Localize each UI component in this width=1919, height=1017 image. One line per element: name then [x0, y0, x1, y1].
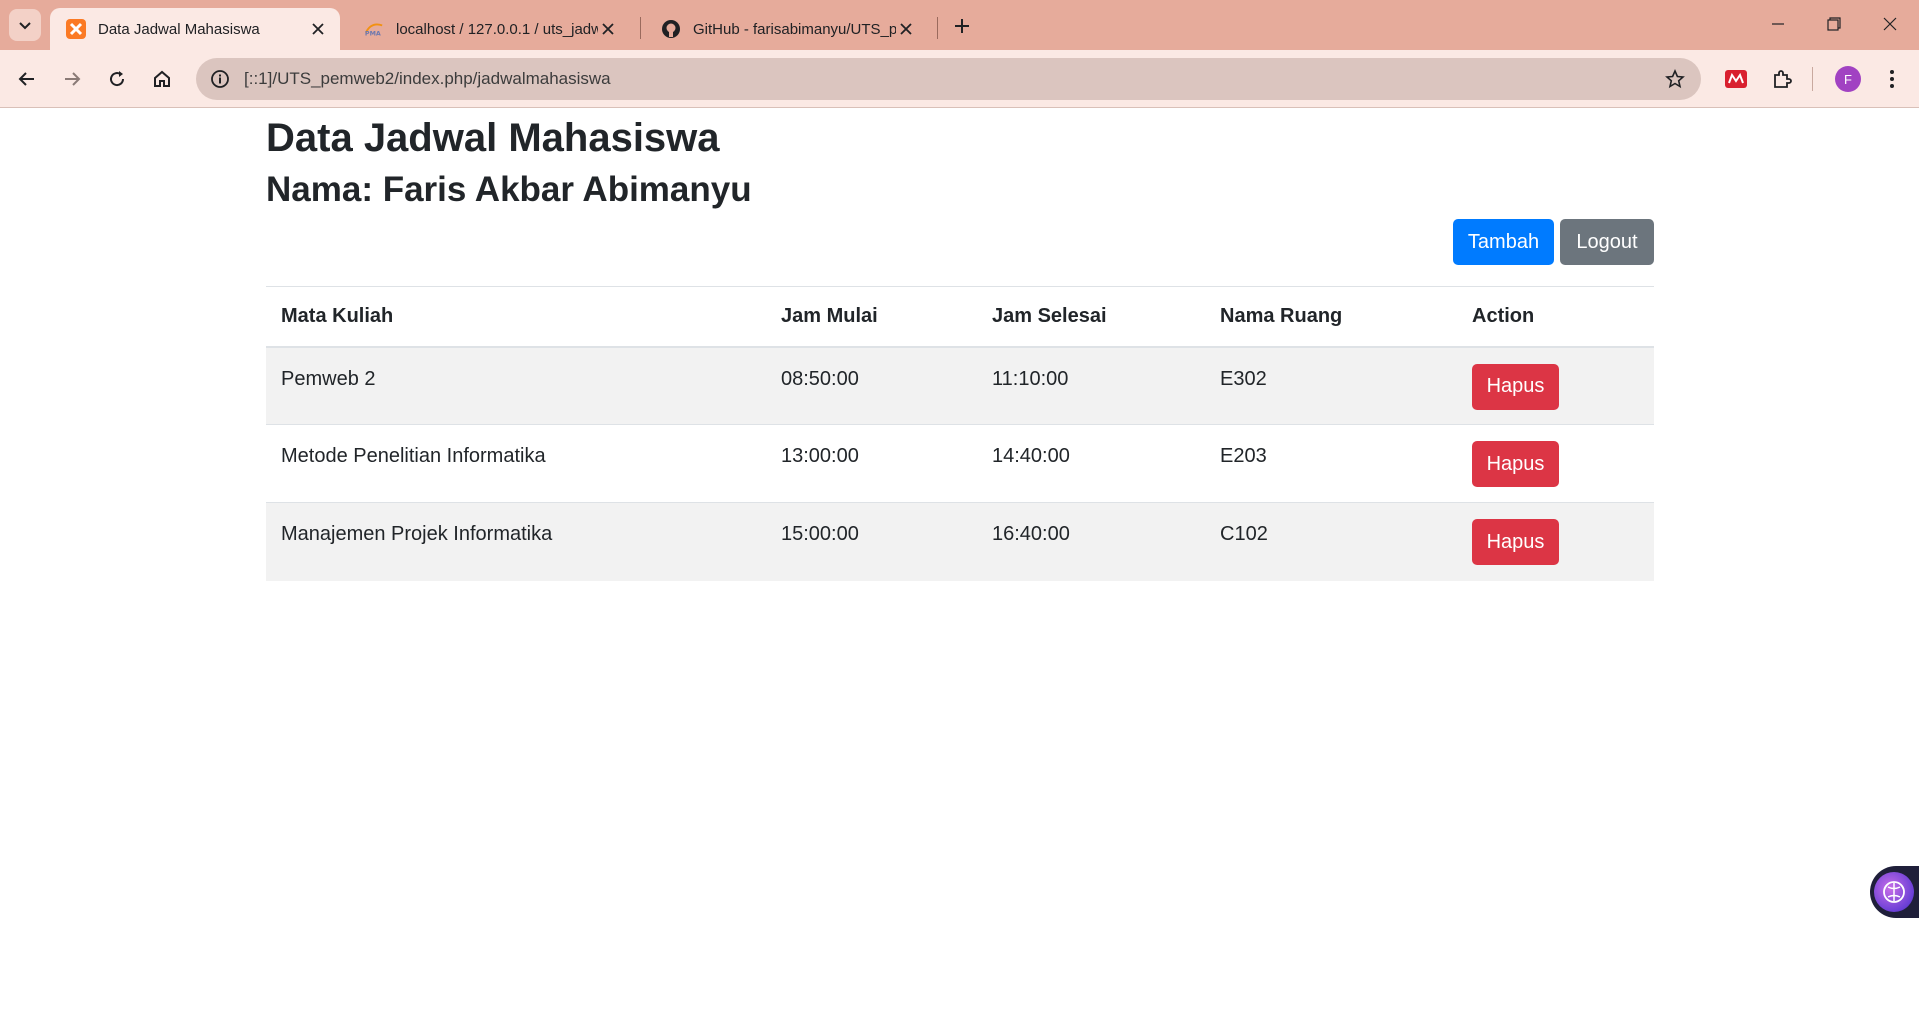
column-header-course: Mata Kuliah: [266, 286, 766, 348]
close-icon: [1883, 17, 1897, 31]
add-button[interactable]: Tambah: [1453, 219, 1554, 265]
end-time-cell: 16:40:00: [977, 502, 1205, 581]
minimize-icon: [1772, 23, 1784, 25]
room-cell: C102: [1205, 502, 1457, 581]
bookmark-star-icon[interactable]: [1663, 67, 1687, 91]
end-time-cell: 14:40:00: [977, 424, 1205, 503]
delete-button[interactable]: Hapus: [1472, 363, 1559, 410]
column-header-action: Action: [1457, 286, 1654, 348]
browser-toolbar: [::1]/UTS_pemweb2/index.php/jadwalmahasi…: [0, 50, 1919, 108]
column-header-end: Jam Selesai: [977, 286, 1205, 348]
course-cell: Manajemen Projek Informatika: [266, 502, 766, 581]
page-title: Data Jadwal Mahasiswa: [266, 116, 720, 160]
plus-icon: [955, 19, 969, 33]
tab-title: GitHub - farisabimanyu/UTS_pe: [693, 20, 896, 38]
reload-button[interactable]: [100, 62, 134, 96]
student-name: Nama: Faris Akbar Abimanyu: [266, 170, 752, 209]
mendeley-extension-icon[interactable]: [1720, 63, 1752, 95]
profile-avatar[interactable]: F: [1835, 66, 1861, 92]
xampp-icon: [66, 19, 86, 39]
reload-icon: [110, 71, 125, 87]
delete-button[interactable]: Hapus: [1472, 519, 1559, 565]
delete-button[interactable]: Hapus: [1472, 441, 1559, 487]
close-icon[interactable]: [896, 19, 916, 39]
start-time-cell: 13:00:00: [766, 424, 977, 503]
column-header-room: Nama Ruang: [1205, 286, 1457, 348]
tab-title: localhost / 127.0.0.1 / uts_jadwa: [396, 20, 598, 38]
schedule-table: Mata Kuliah Jam Mulai Jam Selesai Nama R…: [266, 286, 1654, 581]
menu-kebab-icon[interactable]: [1876, 63, 1908, 95]
info-icon[interactable]: [208, 67, 232, 91]
forward-button[interactable]: [55, 62, 89, 96]
arrow-right-icon: [65, 72, 81, 86]
close-icon[interactable]: [598, 19, 618, 39]
toolbar-divider: [1812, 67, 1813, 91]
brain-icon: [1874, 872, 1914, 912]
action-cell: Hapus: [1457, 346, 1654, 425]
tab-separator: [640, 17, 641, 39]
table-row: Metode Penelitian Informatika 13:00:00 1…: [266, 424, 1654, 503]
logout-button[interactable]: Logout: [1560, 219, 1654, 265]
action-cell: Hapus: [1457, 502, 1654, 581]
room-cell: E302: [1205, 346, 1457, 425]
close-window-button[interactable]: [1870, 8, 1910, 40]
browser-tab-bar: Data Jadwal Mahasiswa PMA localhost / 12…: [0, 0, 1919, 50]
home-icon: [154, 70, 170, 87]
table-header-row: Mata Kuliah Jam Mulai Jam Selesai Nama R…: [266, 286, 1654, 348]
back-button[interactable]: [10, 62, 44, 96]
start-time-cell: 15:00:00: [766, 502, 977, 581]
svg-text:PMA: PMA: [365, 30, 381, 37]
minimize-button[interactable]: [1758, 8, 1798, 40]
chevron-down-icon: [19, 22, 31, 30]
column-header-start: Jam Mulai: [766, 286, 977, 348]
course-cell: Metode Penelitian Informatika: [266, 424, 766, 503]
tab-separator: [937, 17, 938, 39]
extensions-puzzle-icon[interactable]: [1766, 63, 1798, 95]
action-cell: Hapus: [1457, 424, 1654, 503]
home-button[interactable]: [145, 62, 179, 96]
new-tab-button[interactable]: [948, 12, 976, 40]
github-icon: [661, 19, 681, 39]
table-row: Pemweb 2 08:50:00 11:10:00 E302 Hapus: [266, 346, 1654, 425]
address-bar[interactable]: [::1]/UTS_pemweb2/index.php/jadwalmahasi…: [196, 58, 1701, 100]
room-cell: E203: [1205, 424, 1457, 503]
phpmyadmin-icon: PMA: [364, 19, 384, 39]
tab-github[interactable]: GitHub - farisabimanyu/UTS_pe: [645, 8, 928, 50]
close-icon[interactable]: [308, 19, 328, 39]
floating-assistant-button[interactable]: [1870, 866, 1919, 918]
restore-icon: [1827, 17, 1841, 31]
restore-button[interactable]: [1814, 8, 1854, 40]
course-cell: Pemweb 2: [266, 346, 766, 425]
table-row: Manajemen Projek Informatika 15:00:00 16…: [266, 502, 1654, 581]
tab-phpmyadmin[interactable]: PMA localhost / 127.0.0.1 / uts_jadwa: [348, 8, 630, 50]
start-time-cell: 08:50:00: [766, 346, 977, 425]
url-text[interactable]: [::1]/UTS_pemweb2/index.php/jadwalmahasi…: [244, 69, 611, 89]
end-time-cell: 11:10:00: [977, 346, 1205, 425]
tab-data-jadwal[interactable]: Data Jadwal Mahasiswa: [50, 8, 340, 50]
arrow-left-icon: [18, 72, 34, 86]
tab-title: Data Jadwal Mahasiswa: [98, 20, 260, 38]
tab-search-button[interactable]: [9, 9, 41, 41]
